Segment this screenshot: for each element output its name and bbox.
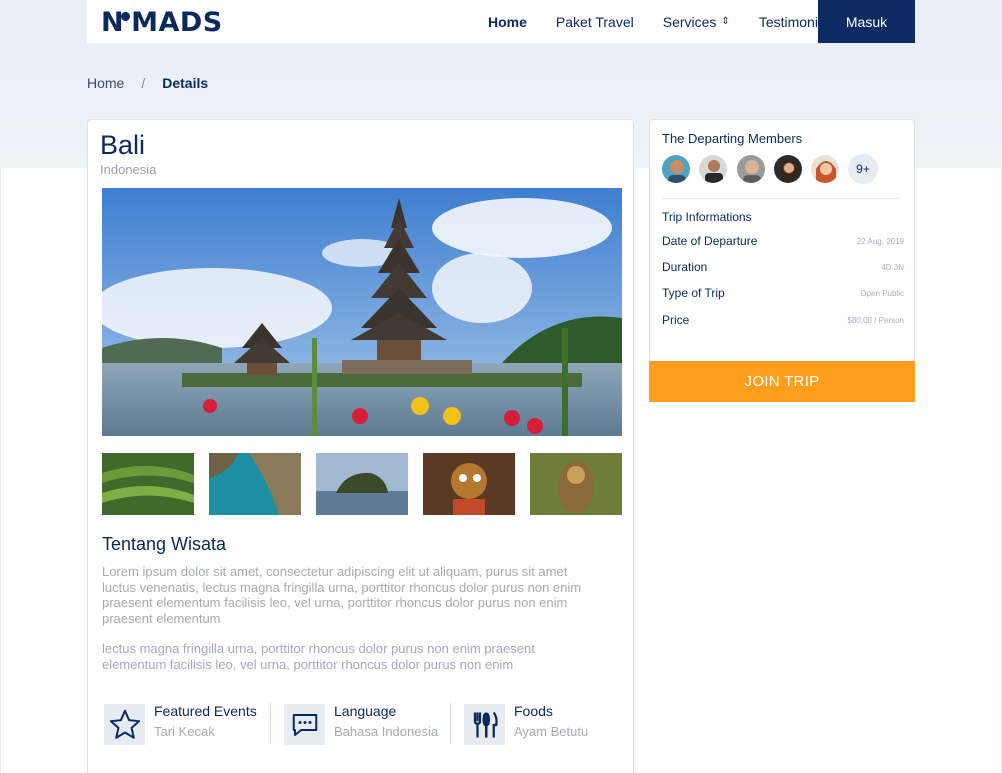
utensils-icon	[464, 704, 505, 745]
navbar: N MADS Home Paket Travel Services ⇕ Testi…	[87, 0, 915, 43]
destination-details-card: Bali Indonesia Tentang Wisata Lorem ipsu…	[87, 119, 634, 773]
breadcrumb-home[interactable]: Home	[87, 75, 124, 91]
trip-info-row-type: Type of Trip Open Public	[662, 286, 904, 300]
feature-title: Featured Events	[154, 703, 257, 719]
avatar[interactable]	[773, 154, 803, 184]
star-icon	[104, 704, 145, 745]
about-paragraph-2: lectus magna fringilla urna, porttitor r…	[102, 641, 535, 672]
trip-info-label: Date of Departure	[662, 234, 758, 248]
about-paragraph-1: Lorem ipsum dolor sit amet, consectetur …	[102, 564, 582, 626]
feature-title: Foods	[514, 703, 553, 719]
trip-info-title: Trip Informations	[662, 210, 752, 224]
nav-link-services-label: Services	[662, 13, 717, 30]
feature-value: Bahasa Indonesia	[334, 724, 439, 739]
hero-image[interactable]	[102, 188, 622, 436]
logo[interactable]: N MADS	[101, 6, 223, 38]
logo-text-left: N	[101, 6, 125, 38]
more-members-badge[interactable]: 9+	[848, 154, 878, 184]
avatar[interactable]	[698, 154, 728, 184]
trip-info-row-price: Price $80,00 / Person	[662, 313, 904, 327]
logo-pin-icon	[121, 11, 131, 21]
thumbnail-tanah-lot[interactable]	[316, 453, 408, 515]
thumbnail-statue[interactable]	[530, 453, 622, 515]
login-button[interactable]: Masuk	[818, 0, 915, 43]
features-row: Featured Events Tari Kecak Language Baha…	[102, 703, 622, 748]
nav-link-services[interactable]: Services ⇕	[663, 14, 730, 30]
trip-info-value: 4D 3N	[881, 262, 904, 272]
dropdown-caret-icon: ⇕	[721, 15, 730, 27]
feature-title: Language	[334, 703, 397, 719]
join-trip-button[interactable]: JOIN TRIP	[649, 361, 915, 402]
feature-featured-events: Featured Events Tari Kecak	[104, 703, 257, 748]
nav-link-paket-travel[interactable]: Paket Travel	[556, 14, 634, 30]
trip-info-label: Price	[662, 313, 690, 327]
avatar[interactable]	[810, 154, 840, 184]
feature-divider	[450, 703, 451, 744]
feature-divider	[270, 703, 271, 744]
nav-links: Home Paket Travel Services ⇕ Testimonial…	[488, 0, 865, 43]
trip-sidebar-card: The Departing Members 9+ Trip Informatio…	[649, 119, 915, 362]
thumbnail-gallery	[102, 453, 622, 515]
nav-link-home[interactable]: Home	[488, 14, 527, 30]
breadcrumb-current: Details	[162, 75, 209, 91]
trip-info-value: $80,00 / Person	[847, 315, 904, 325]
feature-value: Tari Kecak	[154, 724, 215, 739]
thumbnail-beach-cliff[interactable]	[209, 453, 301, 515]
breadcrumb: Home / Details	[87, 75, 208, 91]
page-edge-left	[0, 168, 1, 773]
trip-info-label: Type of Trip	[662, 286, 725, 300]
trip-info-label: Duration	[662, 260, 708, 274]
destination-title: Bali	[100, 130, 146, 160]
members-title: The Departing Members	[662, 131, 803, 146]
thumbnail-barong[interactable]	[423, 453, 515, 515]
feature-value: Ayam Betutu	[514, 724, 589, 739]
trip-info-row-duration: Duration 4D 3N	[662, 260, 904, 274]
avatar[interactable]	[661, 154, 691, 184]
avatar[interactable]	[736, 154, 766, 184]
feature-language: Language Bahasa Indonesia	[284, 703, 438, 748]
about-title: Tentang Wisata	[102, 534, 227, 554]
thumbnail-rice-terrace[interactable]	[102, 453, 194, 515]
trip-info-value: Open Public	[860, 288, 904, 298]
trip-info-row-departure: Date of Departure 22 Aug, 2019	[662, 234, 904, 248]
destination-country: Indonesia	[100, 162, 157, 177]
trip-info-value: 22 Aug, 2019	[856, 236, 904, 246]
breadcrumb-separator: /	[141, 75, 146, 91]
chat-icon	[284, 704, 325, 745]
feature-foods: Foods Ayam Betutu	[464, 703, 588, 748]
divider	[662, 198, 900, 199]
logo-text-right: MADS	[131, 6, 223, 38]
